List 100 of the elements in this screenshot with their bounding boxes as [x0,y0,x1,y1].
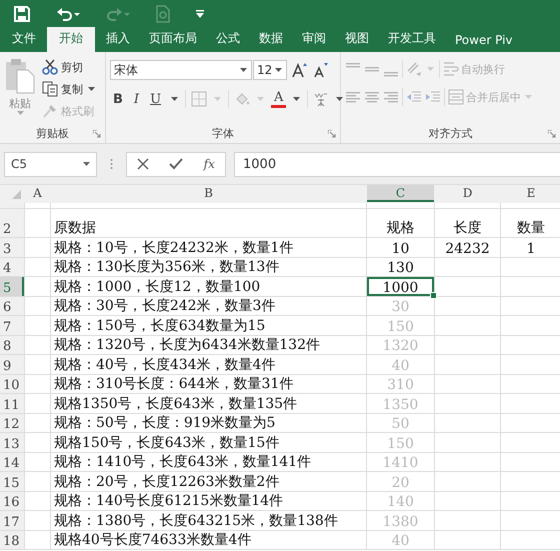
decrease-font-icon[interactable] [313,62,329,78]
table-cell[interactable] [501,336,560,354]
ribbon-tab[interactable]: 公式 [208,27,248,52]
table-cell[interactable]: 规格：130长度为356米，数量13件 [51,258,366,276]
table-cell[interactable] [501,203,560,208]
table-cell[interactable] [435,374,500,393]
table-cell[interactable] [25,258,50,276]
table-cell[interactable] [25,530,50,549]
table-cell[interactable]: 规格：1380号，长度643215米，数量138件 [51,511,366,530]
row-header[interactable]: 2 [0,209,24,237]
table-cell[interactable] [25,336,50,354]
insert-function-button[interactable]: fx [204,157,215,171]
bold-button[interactable]: B [110,92,126,106]
table-cell[interactable] [435,414,500,432]
table-cell[interactable]: 长度 [435,209,500,237]
customize-icon[interactable] [196,10,204,18]
font-size-field[interactable]: 12 [253,60,287,80]
table-cell[interactable] [435,394,500,412]
table-cell[interactable] [51,203,366,208]
table-cell[interactable] [435,530,500,549]
row-header[interactable]: 17 [0,511,24,530]
table-cell[interactable] [501,511,560,530]
table-cell[interactable] [25,492,50,510]
table-cell[interactable] [501,530,560,549]
table-cell[interactable] [435,316,500,334]
table-cell[interactable] [435,452,500,471]
row-header[interactable]: 4 [0,258,24,276]
table-cell[interactable] [501,414,560,432]
row-header[interactable]: 9 [0,355,24,374]
ribbon-tab[interactable]: 开始 [47,27,95,52]
dialog-launcher-icon[interactable] [328,130,336,138]
table-cell[interactable]: 规格：40号，长度434米，数量4件 [51,355,366,374]
border-icon[interactable] [191,91,208,107]
table-cell[interactable]: 规格：10号，长度24232米，数量1件 [51,238,366,256]
table-cell[interactable] [25,203,50,208]
table-cell[interactable]: 规格：140号长度61215米数量14件 [51,492,366,510]
row-header[interactable]: 12 [0,414,24,432]
cut-button[interactable]: 剪切 [42,58,97,76]
table-cell[interactable] [501,394,560,412]
table-cell[interactable] [25,511,50,530]
save-icon[interactable] [14,6,30,22]
ribbon-tab[interactable]: 开发工具 [380,27,444,52]
cancel-icon[interactable] [137,158,150,170]
ribbon-tab[interactable]: 页面布局 [141,27,205,52]
undo-icon[interactable] [56,6,80,22]
table-cell[interactable] [501,374,560,393]
table-cell[interactable] [501,296,560,315]
table-cell[interactable] [501,316,560,334]
table-cell[interactable] [435,336,500,354]
table-cell[interactable] [25,277,50,296]
table-cell[interactable]: 规格150号，长度643米，数量15件 [51,433,366,452]
caret-icon[interactable] [240,68,247,72]
phonetic-guide-icon[interactable] [313,91,330,107]
table-cell[interactable]: 1 [501,238,560,256]
table-cell[interactable]: 规格1350号，长度643米，数量135件 [51,394,366,412]
table-cell[interactable] [25,355,50,374]
underline-button[interactable]: U [147,92,164,106]
font-name-field[interactable]: 宋体 [110,60,252,80]
table-cell[interactable] [435,258,500,276]
table-cell[interactable] [435,511,500,530]
column-header[interactable]: C [367,185,434,202]
enter-check-icon[interactable] [169,158,184,170]
ribbon-tab[interactable]: 视图 [337,27,377,52]
table-cell[interactable] [25,414,50,432]
copy-button[interactable]: 复制 [42,80,97,98]
table-cell[interactable] [435,472,500,490]
caret-icon[interactable] [336,97,344,101]
table-cell[interactable] [501,277,560,296]
table-cell[interactable]: 数量 [501,209,560,237]
table-cell[interactable] [501,492,560,510]
table-cell[interactable]: 规格 [367,209,434,237]
ribbon-tab[interactable]: 审阅 [294,27,334,52]
table-cell[interactable] [25,316,50,334]
row-header[interactable]: 8 [0,336,24,354]
row-header[interactable]: 14 [0,452,24,471]
text-orientation-icon[interactable] [406,61,422,77]
table-cell[interactable]: 规格：1320号，长度为6434米数量132件 [51,336,366,354]
italic-button[interactable]: I [130,92,142,106]
table-cell[interactable]: 原数据 [51,209,366,237]
ribbon-tab[interactable]: 插入 [98,27,138,52]
row-header[interactable]: 6 [0,296,24,315]
table-cell[interactable]: 规格：50号，长度：919米数量为5 [51,414,366,432]
table-cell[interactable] [25,374,50,393]
table-cell[interactable]: 规格：30号，长度242米，数量3件 [51,296,366,315]
ribbon-tab[interactable]: Power Piv [447,30,521,52]
row-header[interactable]: 15 [0,472,24,490]
table-cell[interactable] [435,433,500,452]
select-all-icon[interactable] [12,190,21,199]
ribbon-tab[interactable]: 文件 [4,27,44,52]
table-cell[interactable] [25,296,50,315]
align-right-icon[interactable] [383,89,399,105]
table-cell[interactable] [435,296,500,315]
row-header[interactable]: 5 [0,277,24,296]
table-cell[interactable]: 规格：150号，长度634数量为15 [51,316,366,334]
table-cell[interactable] [501,452,560,471]
caret-icon[interactable] [88,87,95,91]
table-cell[interactable]: 130 [367,258,434,276]
table-cell[interactable] [25,472,50,490]
dialog-launcher-icon[interactable] [93,130,101,138]
row-header[interactable]: 10 [0,374,24,393]
